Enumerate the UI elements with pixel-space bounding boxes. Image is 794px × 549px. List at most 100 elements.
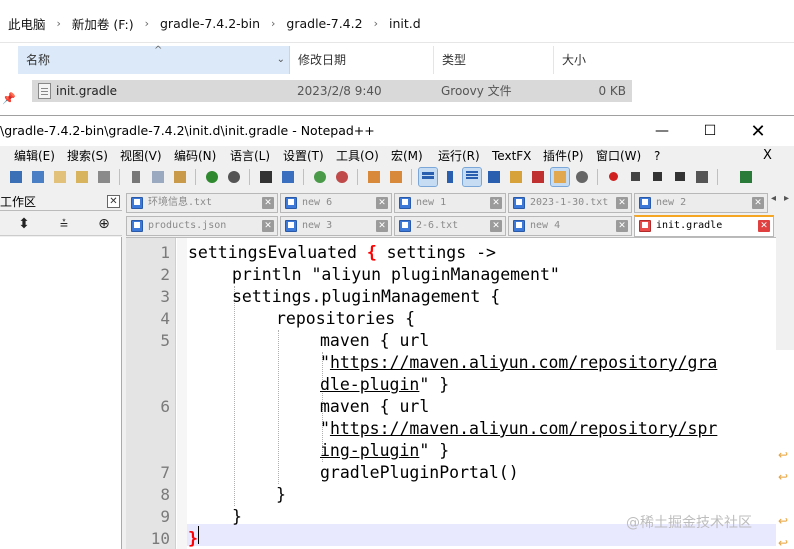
copy-icon[interactable]	[149, 168, 167, 186]
close-icon[interactable]: ✕	[376, 220, 388, 232]
locate-icon[interactable]: ⊕	[95, 215, 113, 233]
find-icon[interactable]	[257, 168, 275, 186]
breadcrumb-gradle-bin[interactable]: gradle-7.4.2-bin	[158, 16, 262, 31]
stop-macro-icon[interactable]	[627, 168, 645, 186]
code-url[interactable]: dle-plugin	[320, 375, 419, 394]
save-macro-icon[interactable]	[693, 168, 711, 186]
close-icon[interactable]: ✕	[616, 197, 628, 209]
menu-view[interactable]: 视图(V)	[120, 146, 162, 166]
column-header-size[interactable]: 大小	[554, 46, 634, 74]
replace-icon[interactable]	[279, 168, 297, 186]
close-icon[interactable]: ✕	[262, 197, 274, 209]
breadcrumb-this-pc[interactable]: 此电脑	[6, 14, 48, 33]
tab-init-gradle[interactable]: init.gradle ✕	[634, 215, 774, 237]
paste-icon[interactable]	[171, 168, 189, 186]
plugin-download-icon[interactable]	[737, 168, 755, 186]
minimize-button[interactable]: —	[640, 116, 684, 146]
column-header-name[interactable]: ^ 名称 ⌄	[18, 45, 290, 74]
tab-new-6[interactable]: new 6 ✕	[280, 193, 392, 213]
column-header-date[interactable]: 修改日期	[290, 46, 434, 74]
breadcrumb-init-d[interactable]: init.d	[387, 16, 423, 31]
save-all-icon[interactable]	[29, 168, 47, 186]
chevron-down-icon[interactable]: ⌄	[277, 46, 285, 74]
close-icon[interactable]: ✕	[490, 220, 502, 232]
breadcrumb-chevron-icon[interactable]: ›	[262, 17, 284, 30]
cut-icon[interactable]	[127, 168, 145, 186]
redo-icon[interactable]	[225, 168, 243, 186]
breadcrumb-drive[interactable]: 新加卷 (F:)	[70, 14, 136, 33]
close-icon[interactable]: ✕	[758, 220, 770, 232]
column-header-type[interactable]: 类型	[434, 46, 554, 74]
doc-map-icon[interactable]	[507, 168, 525, 186]
play-macro-icon[interactable]	[649, 168, 667, 186]
tab-env-info[interactable]: 环境信息.txt ✕	[126, 193, 278, 213]
zoom-out-icon[interactable]	[333, 168, 351, 186]
menu-encoding[interactable]: 编码(N)	[174, 146, 216, 166]
tab-2023-1-30[interactable]: 2023-1-30.txt ✕	[508, 193, 632, 213]
move-up-icon[interactable]: ⬍	[15, 215, 33, 233]
close-button[interactable]: ✕	[736, 116, 780, 146]
user-lang-icon[interactable]	[485, 168, 503, 186]
record-macro-icon[interactable]	[605, 168, 623, 186]
breadcrumb-chevron-icon[interactable]: ›	[365, 17, 387, 30]
code-url[interactable]: https://maven.aliyun.com/repository/gra	[330, 353, 717, 372]
close-file-icon[interactable]	[51, 168, 69, 186]
close-icon[interactable]: ✕	[752, 197, 764, 209]
breadcrumb-chevron-icon[interactable]: ›	[48, 17, 70, 30]
file-row[interactable]: init.gradle 2023/2/8 9:40 Groovy 文件 0 KB	[32, 80, 632, 102]
indent-guide-icon[interactable]	[462, 167, 482, 187]
collapse-icon[interactable]: ⩮	[55, 215, 73, 233]
title-bar[interactable]: \gradle-7.4.2-bin\gradle-7.4.2\init.d\in…	[0, 116, 794, 146]
tab-2-6[interactable]: 2-6.txt ✕	[394, 216, 506, 236]
sync-vertical-icon[interactable]	[365, 168, 383, 186]
wrap-arrow-icon: ↩	[778, 470, 789, 484]
word-wrap-icon[interactable]	[418, 167, 438, 187]
menu-language[interactable]: 语言(L)	[230, 146, 270, 166]
menu-window[interactable]: 窗口(W)	[596, 146, 641, 166]
breadcrumb[interactable]: 此电脑 › 新加卷 (F:) › gradle-7.4.2-bin › grad…	[0, 8, 423, 38]
tab-products-json[interactable]: products.json ✕	[126, 216, 278, 236]
monitor-icon[interactable]	[573, 168, 591, 186]
breadcrumb-gradle[interactable]: gradle-7.4.2	[284, 16, 364, 31]
close-icon[interactable]: ✕	[490, 197, 502, 209]
breadcrumb-chevron-icon[interactable]: ›	[136, 17, 158, 30]
run-macro-multiple-icon[interactable]	[671, 168, 689, 186]
maximize-button[interactable]: ☐	[688, 116, 732, 146]
tab-new-2[interactable]: new 2 ✕	[634, 193, 768, 213]
menu-plugins[interactable]: 插件(P)	[543, 146, 584, 166]
zoom-in-icon[interactable]	[311, 168, 329, 186]
menu-edit[interactable]: 编辑(E)	[14, 146, 55, 166]
menu-search[interactable]: 搜索(S)	[67, 146, 108, 166]
tab-new-3[interactable]: new 3 ✕	[280, 216, 392, 236]
undo-icon[interactable]	[203, 168, 221, 186]
save-icon[interactable]	[7, 168, 25, 186]
folder-workspace-icon[interactable]	[550, 167, 570, 187]
close-icon[interactable]: ✕	[107, 195, 120, 208]
menu-macro[interactable]: 宏(M)	[391, 146, 423, 166]
menu-textfx[interactable]: TextFX	[492, 146, 531, 166]
close-icon[interactable]: ✕	[376, 197, 388, 209]
tab-new-1[interactable]: new 1 ✕	[394, 193, 506, 213]
code-url[interactable]: https://maven.aliyun.com/repository/spr	[330, 419, 717, 438]
pin-icon[interactable]: 📌	[2, 92, 16, 105]
close-all-icon[interactable]	[73, 168, 91, 186]
workspace-panel-body[interactable]	[0, 237, 122, 549]
tab-scroll-left-icon[interactable]: ◂	[771, 193, 776, 204]
show-all-chars-icon[interactable]	[441, 168, 459, 186]
close-icon[interactable]: ✕	[616, 220, 628, 232]
code-url[interactable]: ing-plugin	[320, 441, 419, 460]
close-icon[interactable]: ✕	[262, 220, 274, 232]
menu-close-document-icon[interactable]: X	[763, 146, 772, 166]
tab-new-4[interactable]: new 4 ✕	[508, 216, 632, 236]
menu-help[interactable]: ?	[654, 146, 660, 166]
menu-tools[interactable]: 工具(O)	[336, 146, 379, 166]
code-editor[interactable]: 1 2 3 4 5 6 7 8 9 10 settingsEvaluated {…	[126, 237, 776, 549]
print-icon[interactable]	[95, 168, 113, 186]
function-list-icon[interactable]	[529, 168, 547, 186]
toolbar-separator	[717, 169, 718, 185]
menu-settings[interactable]: 设置(T)	[283, 146, 324, 166]
tab-scroll-right-icon[interactable]: ▸	[784, 193, 789, 204]
menu-run[interactable]: 运行(R)	[438, 146, 480, 166]
fold-margin[interactable]	[177, 238, 187, 549]
sync-horizontal-icon[interactable]	[387, 168, 405, 186]
